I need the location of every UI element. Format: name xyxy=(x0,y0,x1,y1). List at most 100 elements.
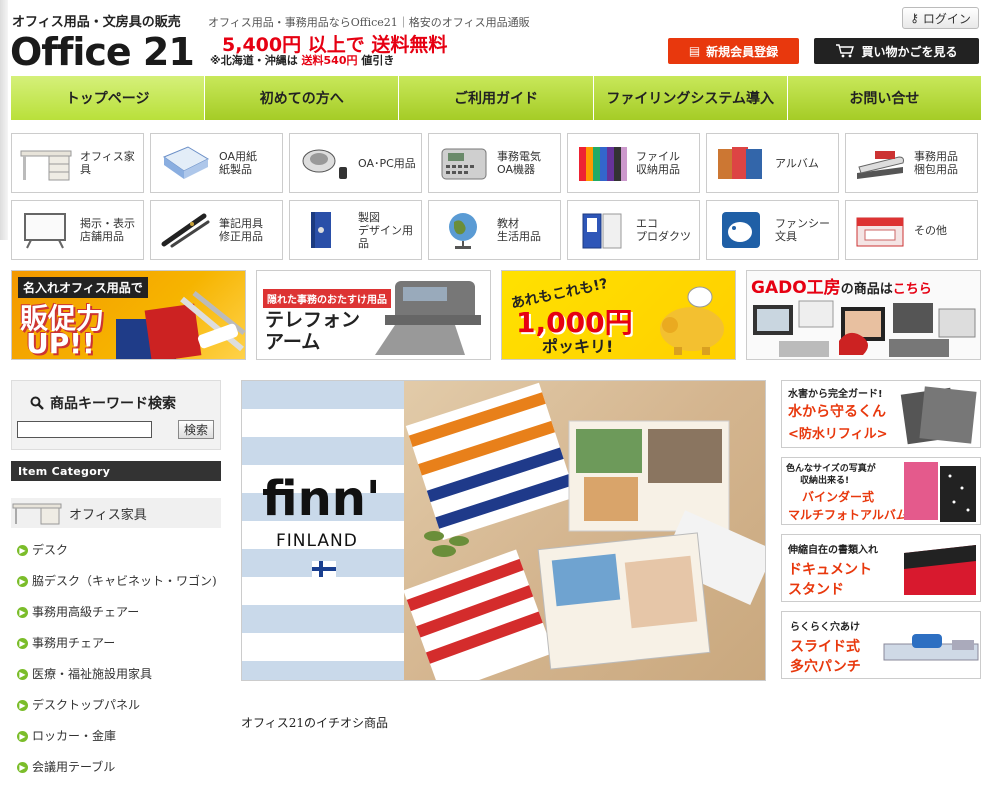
site-tagline: オフィス用品・文房具の販売 xyxy=(12,15,181,30)
category-label: 教材 生活用品 xyxy=(497,217,541,243)
nav-filing-system[interactable]: ファイリングシステム導入 xyxy=(593,76,788,120)
desk-icon xyxy=(12,503,62,525)
category-file-storage[interactable]: ファイル 収納用品 xyxy=(567,133,700,193)
ad-text: ドキュメント xyxy=(788,562,872,578)
nav-top[interactable]: トップページ xyxy=(11,76,206,120)
keyword-search-box: 商品キーワード検索 検索 xyxy=(11,380,221,450)
subcategory-label: デスクトップパネル xyxy=(32,698,141,712)
category-label: ファイル 収納用品 xyxy=(636,150,680,176)
banner-telephone-arm[interactable]: 隠れた事務のおたすけ用品 テレフォン アーム xyxy=(256,270,491,360)
promo-products-icon xyxy=(116,291,245,359)
register-button[interactable]: ▤ 新規会員登録 xyxy=(668,38,799,64)
ad-text: 収納出来る! xyxy=(800,476,850,486)
sidebar-item-office-chair[interactable]: ▶ 事務用チェアー xyxy=(17,636,217,651)
ad-text: <防水リフィル> xyxy=(788,427,888,442)
key-icon: ⚷ xyxy=(910,11,919,25)
ad-slide-punch[interactable]: らくらく穴あけ スライド式 多穴パンチ xyxy=(781,611,981,679)
arrow-right-icon: ▶ xyxy=(17,700,28,711)
category-label: オフィス家具 xyxy=(80,150,135,176)
ad-text: 水害から完全ガード! xyxy=(788,389,883,400)
category-album[interactable]: アルバム xyxy=(706,133,839,193)
whiteboard-icon xyxy=(18,207,74,253)
category-label: 製図 デザイン用品 xyxy=(358,210,413,250)
search-title: 商品キーワード検索 xyxy=(30,393,176,413)
nav-beginners[interactable]: 初めての方へ xyxy=(205,76,400,120)
refill-sheets-icon xyxy=(900,386,977,445)
category-education[interactable]: 教材 生活用品 xyxy=(428,200,561,260)
ad-waterproof-refill[interactable]: 水害から完全ガード! 水から守るくん <防水リフィル> xyxy=(781,380,981,448)
stapler-icon xyxy=(852,140,908,186)
category-display-store[interactable]: 掲示・表示 店舗用品 xyxy=(11,200,144,260)
ad-multi-photo-album[interactable]: 色んなサイズの写真が 収納出来る! バインダー式 マルチフォトアルバム xyxy=(781,457,981,525)
sidebar-item-side-desk[interactable]: ▶ 脇デスク（キャビネット・ワゴン) xyxy=(17,574,217,589)
banner-name-printing[interactable]: 名入れオフィス用品で 販促力 UP!! xyxy=(11,270,246,360)
category-label: ファンシー 文具 xyxy=(775,217,830,243)
category-grid: オフィス家具 OA用紙 紙製品 OA･PC用品 事務電気 OA機器 ファイル 収… xyxy=(11,133,981,260)
category-office-supplies[interactable]: 事務用品 梱包用品 xyxy=(845,133,978,193)
binder-icon xyxy=(574,140,630,186)
category-office-furniture[interactable]: オフィス家具 xyxy=(11,133,144,193)
category-oa-pc[interactable]: OA･PC用品 xyxy=(289,133,422,193)
arrow-right-icon: ▶ xyxy=(17,545,28,556)
shipping-note-suffix: 値引き xyxy=(357,54,395,67)
category-office-electronics[interactable]: 事務電気 OA機器 xyxy=(428,133,561,193)
category-eco[interactable]: エコ プロダクツ xyxy=(567,200,700,260)
mouse-icon xyxy=(296,140,352,186)
category-label: エコ プロダクツ xyxy=(636,217,691,243)
arrow-right-icon: ▶ xyxy=(17,576,28,587)
subcategory-list: ▶ デスク ▶ 脇デスク（キャビネット・ワゴン) ▶ 事務用高級チェアー ▶ 事務用チェ… xyxy=(17,543,217,791)
subcategory-label: 医療・福祉施設用家具 xyxy=(32,667,153,681)
banner-gado-kobo[interactable]: GADO工房の商品はこちら xyxy=(746,270,981,360)
banner-text: こちら xyxy=(892,282,932,297)
category-fancy[interactable]: ファンシー 文具 xyxy=(706,200,839,260)
sidebar-item-desk[interactable]: ▶ デスク xyxy=(17,543,217,558)
document-stand-icon xyxy=(904,545,976,595)
search-input[interactable] xyxy=(17,421,152,438)
ad-document-stand[interactable]: 伸縮自在の書類入れ ドキュメント スタンド xyxy=(781,534,981,602)
arrow-right-icon: ▶ xyxy=(17,762,28,773)
category-label: アルバム xyxy=(775,156,819,170)
subcategory-label: 事務用高級チェアー xyxy=(32,605,140,619)
ad-text: バインダー式 xyxy=(802,490,875,504)
category-label: 事務用品 梱包用品 xyxy=(914,150,958,176)
desk-icon xyxy=(18,140,74,186)
eco-file-icon xyxy=(574,207,630,253)
sidebar-category-office-furniture[interactable]: オフィス家具 xyxy=(11,498,221,528)
category-writing[interactable]: 筆記用具 修正用品 xyxy=(150,200,283,260)
document-icon: ▤ xyxy=(688,44,701,58)
subcategory-label: 脇デスク（キャビネット・ワゴン) xyxy=(32,574,217,588)
cart-button[interactable]: 買い物かごを見る xyxy=(814,38,979,64)
arrow-right-icon: ▶ xyxy=(17,607,28,618)
arrow-right-icon: ▶ xyxy=(17,669,28,680)
nav-guide[interactable]: ご利用ガイド xyxy=(399,76,594,120)
shipping-note-prefix: ※北海道・沖縄は xyxy=(210,54,302,67)
hero-banner-finn[interactable]: finn' FINLAND xyxy=(241,380,766,681)
category-oa-paper[interactable]: OA用紙 紙製品 xyxy=(150,133,283,193)
sidebar-item-locker-safe[interactable]: ▶ ロッカー・金庫 xyxy=(17,729,217,744)
cart-label: 買い物かごを見る xyxy=(861,44,958,59)
category-other[interactable]: その他 xyxy=(845,200,978,260)
nav-contact[interactable]: お問い合せ xyxy=(787,76,982,120)
site-description: オフィス用品・事務用品ならOffice21｜格安のオフィス用品通販 xyxy=(208,16,530,29)
banner-1000yen[interactable]: あれもこれも!? 1,000円 ポッキリ! xyxy=(501,270,736,360)
category-drafting[interactable]: 製図 デザイン用品 xyxy=(289,200,422,260)
sidebar-item-premium-chair[interactable]: ▶ 事務用高級チェアー xyxy=(17,605,217,620)
arrow-right-icon: ▶ xyxy=(17,638,28,649)
sidebar-item-desktop-panel[interactable]: ▶ デスクトップパネル xyxy=(17,698,217,713)
banner-text: の商品は xyxy=(840,282,893,297)
finland-flag-icon xyxy=(312,561,336,577)
site-logo[interactable]: Office 21 xyxy=(10,30,195,74)
cart-icon xyxy=(836,44,855,58)
hero-photo xyxy=(403,381,765,680)
telephone-icon xyxy=(375,281,481,355)
subcategory-label: 会議用テーブル xyxy=(32,760,116,774)
login-button[interactable]: ⚷ ログイン xyxy=(902,7,979,29)
ad-text: スタンド xyxy=(788,582,844,598)
banner-title: GADO工房の商品はこちら xyxy=(751,273,932,298)
sidebar-item-meeting-table[interactable]: ▶ 会議用テーブル xyxy=(17,760,217,775)
search-button[interactable]: 検索 xyxy=(178,420,214,439)
ad-text: 伸縮自在の書類入れ xyxy=(788,545,878,556)
sidebar-item-medical-furniture[interactable]: ▶ 医療・福祉施設用家具 xyxy=(17,667,217,682)
item-category-heading: Item Category xyxy=(11,461,221,481)
hole-punch-icon xyxy=(883,634,979,661)
